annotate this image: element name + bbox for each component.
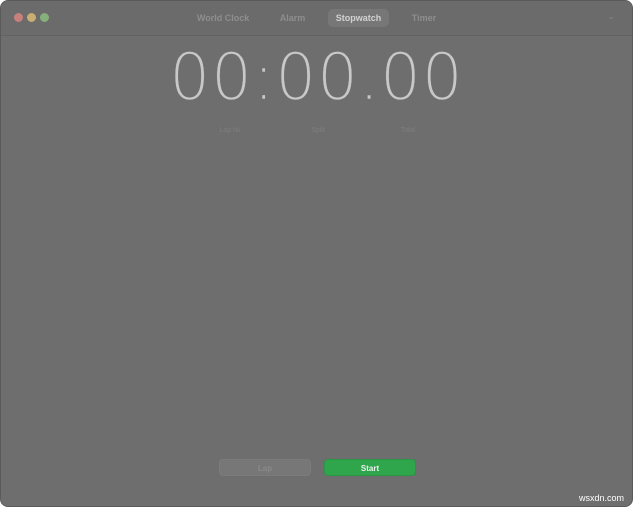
tab-timer[interactable]: Timer — [404, 9, 444, 27]
tab-stopwatch[interactable]: Stopwatch — [327, 9, 390, 27]
lap-header-total: Total — [400, 127, 416, 134]
watermark-text: wsxdn.com — [578, 493, 624, 503]
lap-header-split: Split — [311, 127, 325, 134]
stopwatch-time-display: 00:00.00 — [169, 41, 464, 115]
chevron-down-icon[interactable]: ⌄ — [608, 12, 618, 22]
lap-button[interactable]: Lap — [219, 459, 311, 476]
tab-world-clock[interactable]: World Clock — [189, 9, 257, 27]
tab-bar: World Clock Alarm Stopwatch Timer — [1, 9, 632, 27]
lap-header-lap: Lap № — [219, 127, 241, 134]
tab-alarm[interactable]: Alarm — [272, 9, 314, 27]
start-button[interactable]: Start — [324, 459, 416, 476]
lap-table-header: Lap № Split Total — [1, 127, 632, 139]
title-bar: World Clock Alarm Stopwatch Timer ⌄ — [1, 1, 632, 36]
clock-app-window: World Clock Alarm Stopwatch Timer ⌄ 00:0… — [0, 0, 633, 507]
